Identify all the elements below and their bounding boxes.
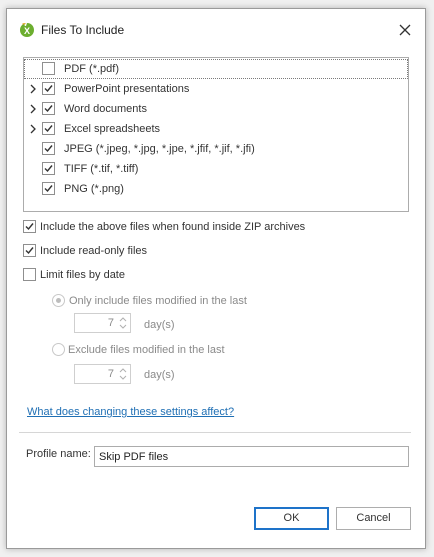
checkbox-include-readonly[interactable] [23,244,36,257]
list-item-label: PNG (*.png) [64,183,124,195]
radio-exclude[interactable] [52,343,65,356]
list-item-png[interactable]: PNG (*.png) [24,179,408,199]
checkbox-excel[interactable] [42,122,55,135]
only-include-label: Only include files modified in the last [69,295,247,307]
window-title: Files To Include [41,23,125,37]
close-icon[interactable] [395,20,415,40]
chevron-right-icon[interactable] [27,103,39,115]
radio-only-include[interactable] [52,294,65,307]
only-include-days-unit: day(s) [144,319,175,331]
list-item-word[interactable]: Word documents [24,99,408,119]
file-type-list[interactable]: PDF (*.pdf) PowerPoint presentations Wor… [23,57,409,212]
spin-arrows-icon[interactable] [118,315,128,331]
help-link[interactable]: What does changing these settings affect… [27,406,234,418]
include-zip-label: Include the above files when found insid… [40,221,306,233]
list-item-tiff[interactable]: TIFF (*.tif, *.tiff) [24,159,408,179]
divider [19,432,411,433]
list-item-excel[interactable]: Excel spreadsheets [24,119,408,139]
checkbox-limit-by-date[interactable] [23,268,36,281]
only-include-days-value: 7 [107,317,114,329]
exclude-label: Exclude files modified in the last [68,344,225,356]
radio-selected-dot [56,298,61,303]
exclude-days-stepper[interactable]: 7 [74,364,131,384]
exclude-days-unit: day(s) [144,369,175,381]
title-bar: X Files To Include [7,9,425,47]
list-item-label: Excel spreadsheets [64,123,160,135]
list-item-label: TIFF (*.tif, *.tiff) [64,163,139,175]
list-item-label: JPEG (*.jpeg, *.jpg, *.jpe, *.jfif, *.ji… [64,143,255,155]
profile-name-field[interactable] [94,446,409,467]
list-item-jpeg[interactable]: JPEG (*.jpeg, *.jpg, *.jpe, *.jfif, *.ji… [24,139,408,159]
cancel-button[interactable]: Cancel [336,507,411,530]
only-include-days-stepper[interactable]: 7 [74,313,131,333]
checkbox-png[interactable] [42,182,55,195]
ok-button[interactable]: OK [254,507,329,530]
checkbox-jpeg[interactable] [42,142,55,155]
spin-arrows-icon[interactable] [118,366,128,382]
list-item-label: PDF (*.pdf) [64,63,120,75]
include-readonly-label: Include read-only files [40,245,148,257]
chevron-right-icon[interactable] [27,123,39,135]
list-item-label: PowerPoint presentations [64,83,190,95]
chevron-right-icon[interactable] [27,83,39,95]
list-item-pdf[interactable]: PDF (*.pdf) [24,59,408,79]
checkbox-word[interactable] [42,102,55,115]
profile-name-label: Profile name: [26,448,91,460]
checkbox-pdf[interactable] [42,62,55,75]
limit-by-date-label: Limit files by date [40,269,125,281]
svg-text:X: X [24,26,30,36]
checkbox-include-zip[interactable] [23,220,36,233]
checkbox-tiff[interactable] [42,162,55,175]
list-item-label: Word documents [64,103,147,115]
exclude-days-value: 7 [107,368,114,380]
files-to-include-dialog: X Files To Include PDF (*.pdf) PowerPoin… [6,8,426,549]
app-logo-icon: X [20,23,34,37]
list-item-powerpoint[interactable]: PowerPoint presentations [24,79,408,99]
checkbox-powerpoint[interactable] [42,82,55,95]
